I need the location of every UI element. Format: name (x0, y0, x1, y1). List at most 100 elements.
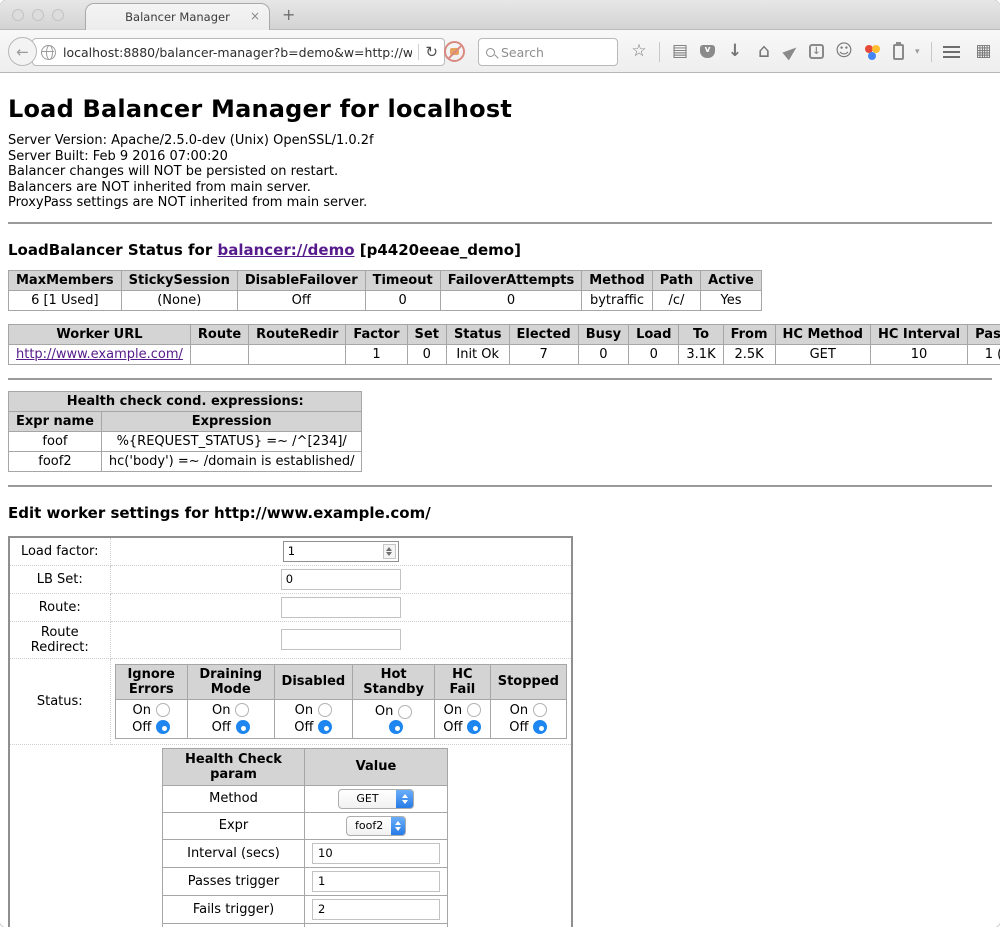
draining-mode-on-radio[interactable] (235, 703, 249, 717)
zoom-window-button[interactable] (52, 9, 64, 21)
bookmark-star-icon[interactable]: ☆ (630, 43, 648, 60)
hot-standby-on-radio[interactable] (398, 705, 412, 719)
load-factor-input[interactable] (284, 542, 381, 561)
disabled-on-radio[interactable] (318, 703, 332, 717)
table-cell: Yes (701, 290, 762, 310)
form-value-cell (110, 565, 572, 593)
lb-set-input[interactable] (281, 569, 401, 590)
column-header: DisableFailover (237, 270, 365, 290)
off-label: Off (294, 719, 313, 736)
table-row: foof2 hc('body') =~ /domain is establish… (9, 451, 362, 471)
table-cell: 0 (440, 290, 582, 310)
on-label: On (375, 703, 393, 720)
minimize-window-button[interactable] (32, 9, 44, 21)
pocket-icon[interactable]: v (700, 45, 715, 58)
method-label: Method (163, 785, 305, 812)
status-radio-row: On Off On Off On Off (115, 699, 567, 738)
inherit-note-line: Balancers are NOT inherited from main se… (8, 180, 992, 196)
hc-uri-cell (305, 923, 448, 927)
downloads-icon[interactable]: ↓ (726, 43, 744, 60)
hc-param-row: Expr foof2 (163, 812, 448, 839)
table-cell: bytraffic (582, 290, 652, 310)
server-version-line: Server Version: Apache/2.5.0-dev (Unix) … (8, 133, 992, 149)
status-cell: Ignore Errors Draining Mode Disabled Hot… (110, 658, 572, 744)
save-page-icon[interactable]: ↓ (809, 44, 824, 59)
fails-label: Fails trigger) (163, 895, 305, 923)
url-bar[interactable]: localhost:8880/balancer-manager?b=demo&w… (32, 38, 445, 66)
colored-dots-addon-icon[interactable] (864, 44, 882, 60)
column-header: Factor (346, 324, 407, 344)
reading-list-icon[interactable]: ▤ (671, 43, 689, 60)
worker-table: Worker URL Route RouteRedir Factor Set S… (8, 324, 1000, 365)
home-icon[interactable]: ⌂ (755, 42, 773, 61)
route-redirect-input[interactable] (281, 629, 401, 650)
column-header: MaxMembers (9, 270, 122, 290)
column-header: Elected (509, 324, 578, 344)
method-select[interactable]: GET (338, 789, 414, 809)
reload-icon[interactable]: ↻ (425, 43, 438, 61)
url-text[interactable]: localhost:8880/balancer-manager?b=demo&w… (63, 45, 412, 60)
hc-fail-on-radio[interactable] (467, 703, 481, 717)
worker-url-link[interactable]: http://www.example.com/ (16, 347, 183, 362)
search-bar[interactable]: Search (478, 38, 618, 66)
fails-input[interactable] (312, 899, 440, 920)
table-row: foof %{REQUEST_STATUS} =~ /^[234]/ (9, 431, 362, 451)
hc-param-row: Fails trigger) (163, 895, 448, 923)
search-placeholder: Search (501, 45, 544, 60)
send-tab-icon[interactable] (782, 43, 799, 60)
feedback-smiley-icon[interactable]: ☺ (835, 43, 853, 60)
on-label: On (212, 702, 230, 719)
stopped-on-radio[interactable] (533, 703, 547, 717)
column-header: StickySession (121, 270, 237, 290)
column-header: Set (407, 324, 446, 344)
route-redirect-label: Route Redirect: (9, 621, 110, 658)
column-header: Hot Standby (353, 664, 435, 699)
balancer-demo-link[interactable]: balancer://demo (217, 241, 354, 259)
tab-groups-icon[interactable]: ▦ (975, 43, 993, 60)
edit-worker-heading: Edit worker settings for http://www.exam… (8, 504, 992, 522)
menu-hamburger-icon[interactable] (943, 46, 960, 49)
form-row-hc-params: Health Check param Value Method GET (9, 744, 572, 927)
off-label: Off (212, 719, 231, 736)
close-window-button[interactable] (12, 9, 24, 21)
on-label: On (132, 702, 150, 719)
divider (8, 378, 992, 380)
table-row: http://www.example.com/ 1 0 Init Ok 7 0 … (9, 344, 1000, 364)
device-battery-icon[interactable] (893, 44, 904, 60)
ignore-errors-on-radio[interactable] (156, 703, 170, 717)
disabled-off-radio[interactable] (318, 720, 332, 734)
expr-value-cell: %{REQUEST_STATUS} =~ /^[234]/ (101, 431, 362, 451)
tab-close-icon[interactable]: × (250, 9, 260, 23)
interval-label: Interval (secs) (163, 839, 305, 867)
route-input[interactable] (281, 597, 401, 618)
tab-balancer-manager[interactable]: Balancer Manager × (85, 3, 270, 30)
select-arrows-icon (391, 816, 405, 836)
column-header: HC Method (775, 324, 870, 344)
hc-uri-label: HC uri (163, 923, 305, 927)
edit-worker-form: Load factor: LB Set: Route: Route Redire… (8, 536, 573, 927)
expr-select[interactable]: foof2 (346, 816, 406, 836)
number-stepper-icon[interactable] (383, 544, 396, 559)
ignore-errors-off-radio[interactable] (156, 720, 170, 734)
hc-param-row: Method GET (163, 785, 448, 812)
table-cell (190, 344, 248, 364)
table-cell: 1 (0) (968, 344, 1000, 364)
stopped-off-radio[interactable] (533, 720, 547, 734)
draining-mode-off-radio[interactable] (236, 720, 250, 734)
toolbar-separator (931, 42, 932, 62)
url-separator (418, 44, 419, 60)
browser-window: Balancer Manager × + ← localhost:8880/ba… (0, 0, 1000, 927)
back-button[interactable]: ← (8, 37, 37, 66)
status-label: Status: (9, 658, 110, 744)
interval-input[interactable] (312, 843, 440, 864)
column-header: FailoverAttempts (440, 270, 582, 290)
hc-fail-off-radio[interactable] (467, 720, 481, 734)
form-value-cell (110, 621, 572, 658)
adblock-icon[interactable] (444, 41, 465, 62)
new-tab-button[interactable]: + (282, 5, 295, 24)
passes-input[interactable] (312, 871, 440, 892)
column-header: Busy (578, 324, 628, 344)
on-label: On (510, 702, 528, 719)
hot-standby-off-radio[interactable] (389, 720, 403, 734)
chevron-down-icon[interactable]: ▾ (915, 47, 920, 57)
